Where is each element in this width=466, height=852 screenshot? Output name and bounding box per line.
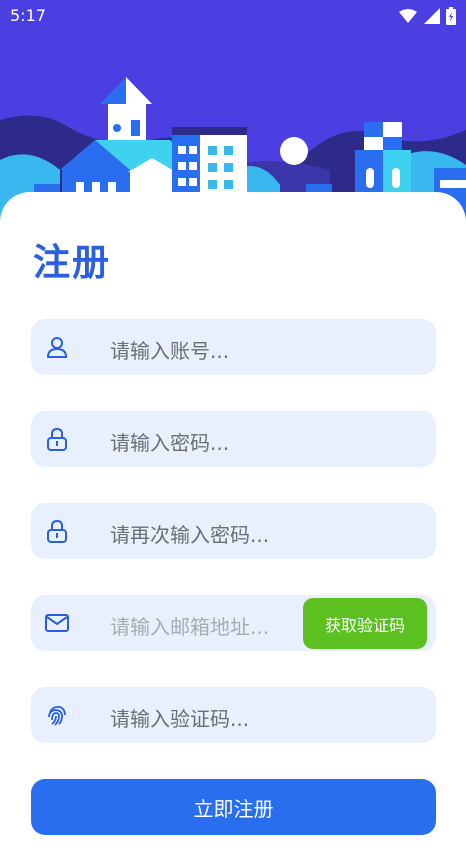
email-placeholder: 请输入邮箱地址... <box>110 615 270 639</box>
user-icon <box>46 337 68 358</box>
confirm-password-field[interactable]: 请再次输入密码... <box>31 503 436 559</box>
status-time: 5:17 <box>10 6 46 25</box>
mail-icon <box>45 614 69 632</box>
account-placeholder: 请输入账号... <box>110 339 230 363</box>
lock-icon <box>47 519 67 543</box>
register-button[interactable]: 立即注册 <box>31 779 436 835</box>
battery-icon <box>446 7 456 25</box>
page-title: 注册 <box>33 241 111 284</box>
fingerprint-icon <box>48 705 66 726</box>
status-icons <box>398 6 456 26</box>
signal-icon <box>424 8 440 24</box>
verification-code-field[interactable]: 请输入验证码... <box>31 687 436 743</box>
password-field[interactable]: 请输入密码... <box>31 411 436 467</box>
account-field[interactable]: 请输入账号... <box>31 319 436 375</box>
get-code-button[interactable]: 获取验证码 <box>303 598 427 649</box>
wifi-icon <box>399 9 417 23</box>
status-bar: 5:17 <box>0 0 466 32</box>
verification-code-placeholder: 请输入验证码... <box>110 707 250 731</box>
password-placeholder: 请输入密码... <box>110 431 230 455</box>
confirm-password-placeholder: 请再次输入密码... <box>110 523 270 547</box>
lock-icon <box>47 427 67 451</box>
